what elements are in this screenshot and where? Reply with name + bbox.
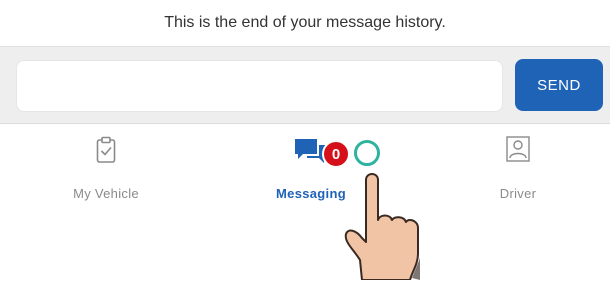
tab-my-vehicle[interactable]: My Vehicle	[31, 136, 181, 206]
clipboard-check-icon	[96, 136, 116, 169]
person-icon	[506, 136, 530, 167]
pointing-hand-icon	[340, 150, 430, 285]
tab-my-vehicle-label: My Vehicle	[73, 186, 139, 201]
tab-driver-label: Driver	[499, 186, 537, 201]
bottom-tab-bar: My Vehicle 0 Messaging Driver	[0, 124, 610, 280]
message-input[interactable]	[16, 60, 503, 112]
message-composer: SEND	[0, 46, 610, 124]
tab-driver[interactable]: Driver	[443, 136, 593, 206]
send-button[interactable]: SEND	[515, 59, 603, 111]
message-history-end-text: This is the end of your message history.	[164, 14, 446, 31]
